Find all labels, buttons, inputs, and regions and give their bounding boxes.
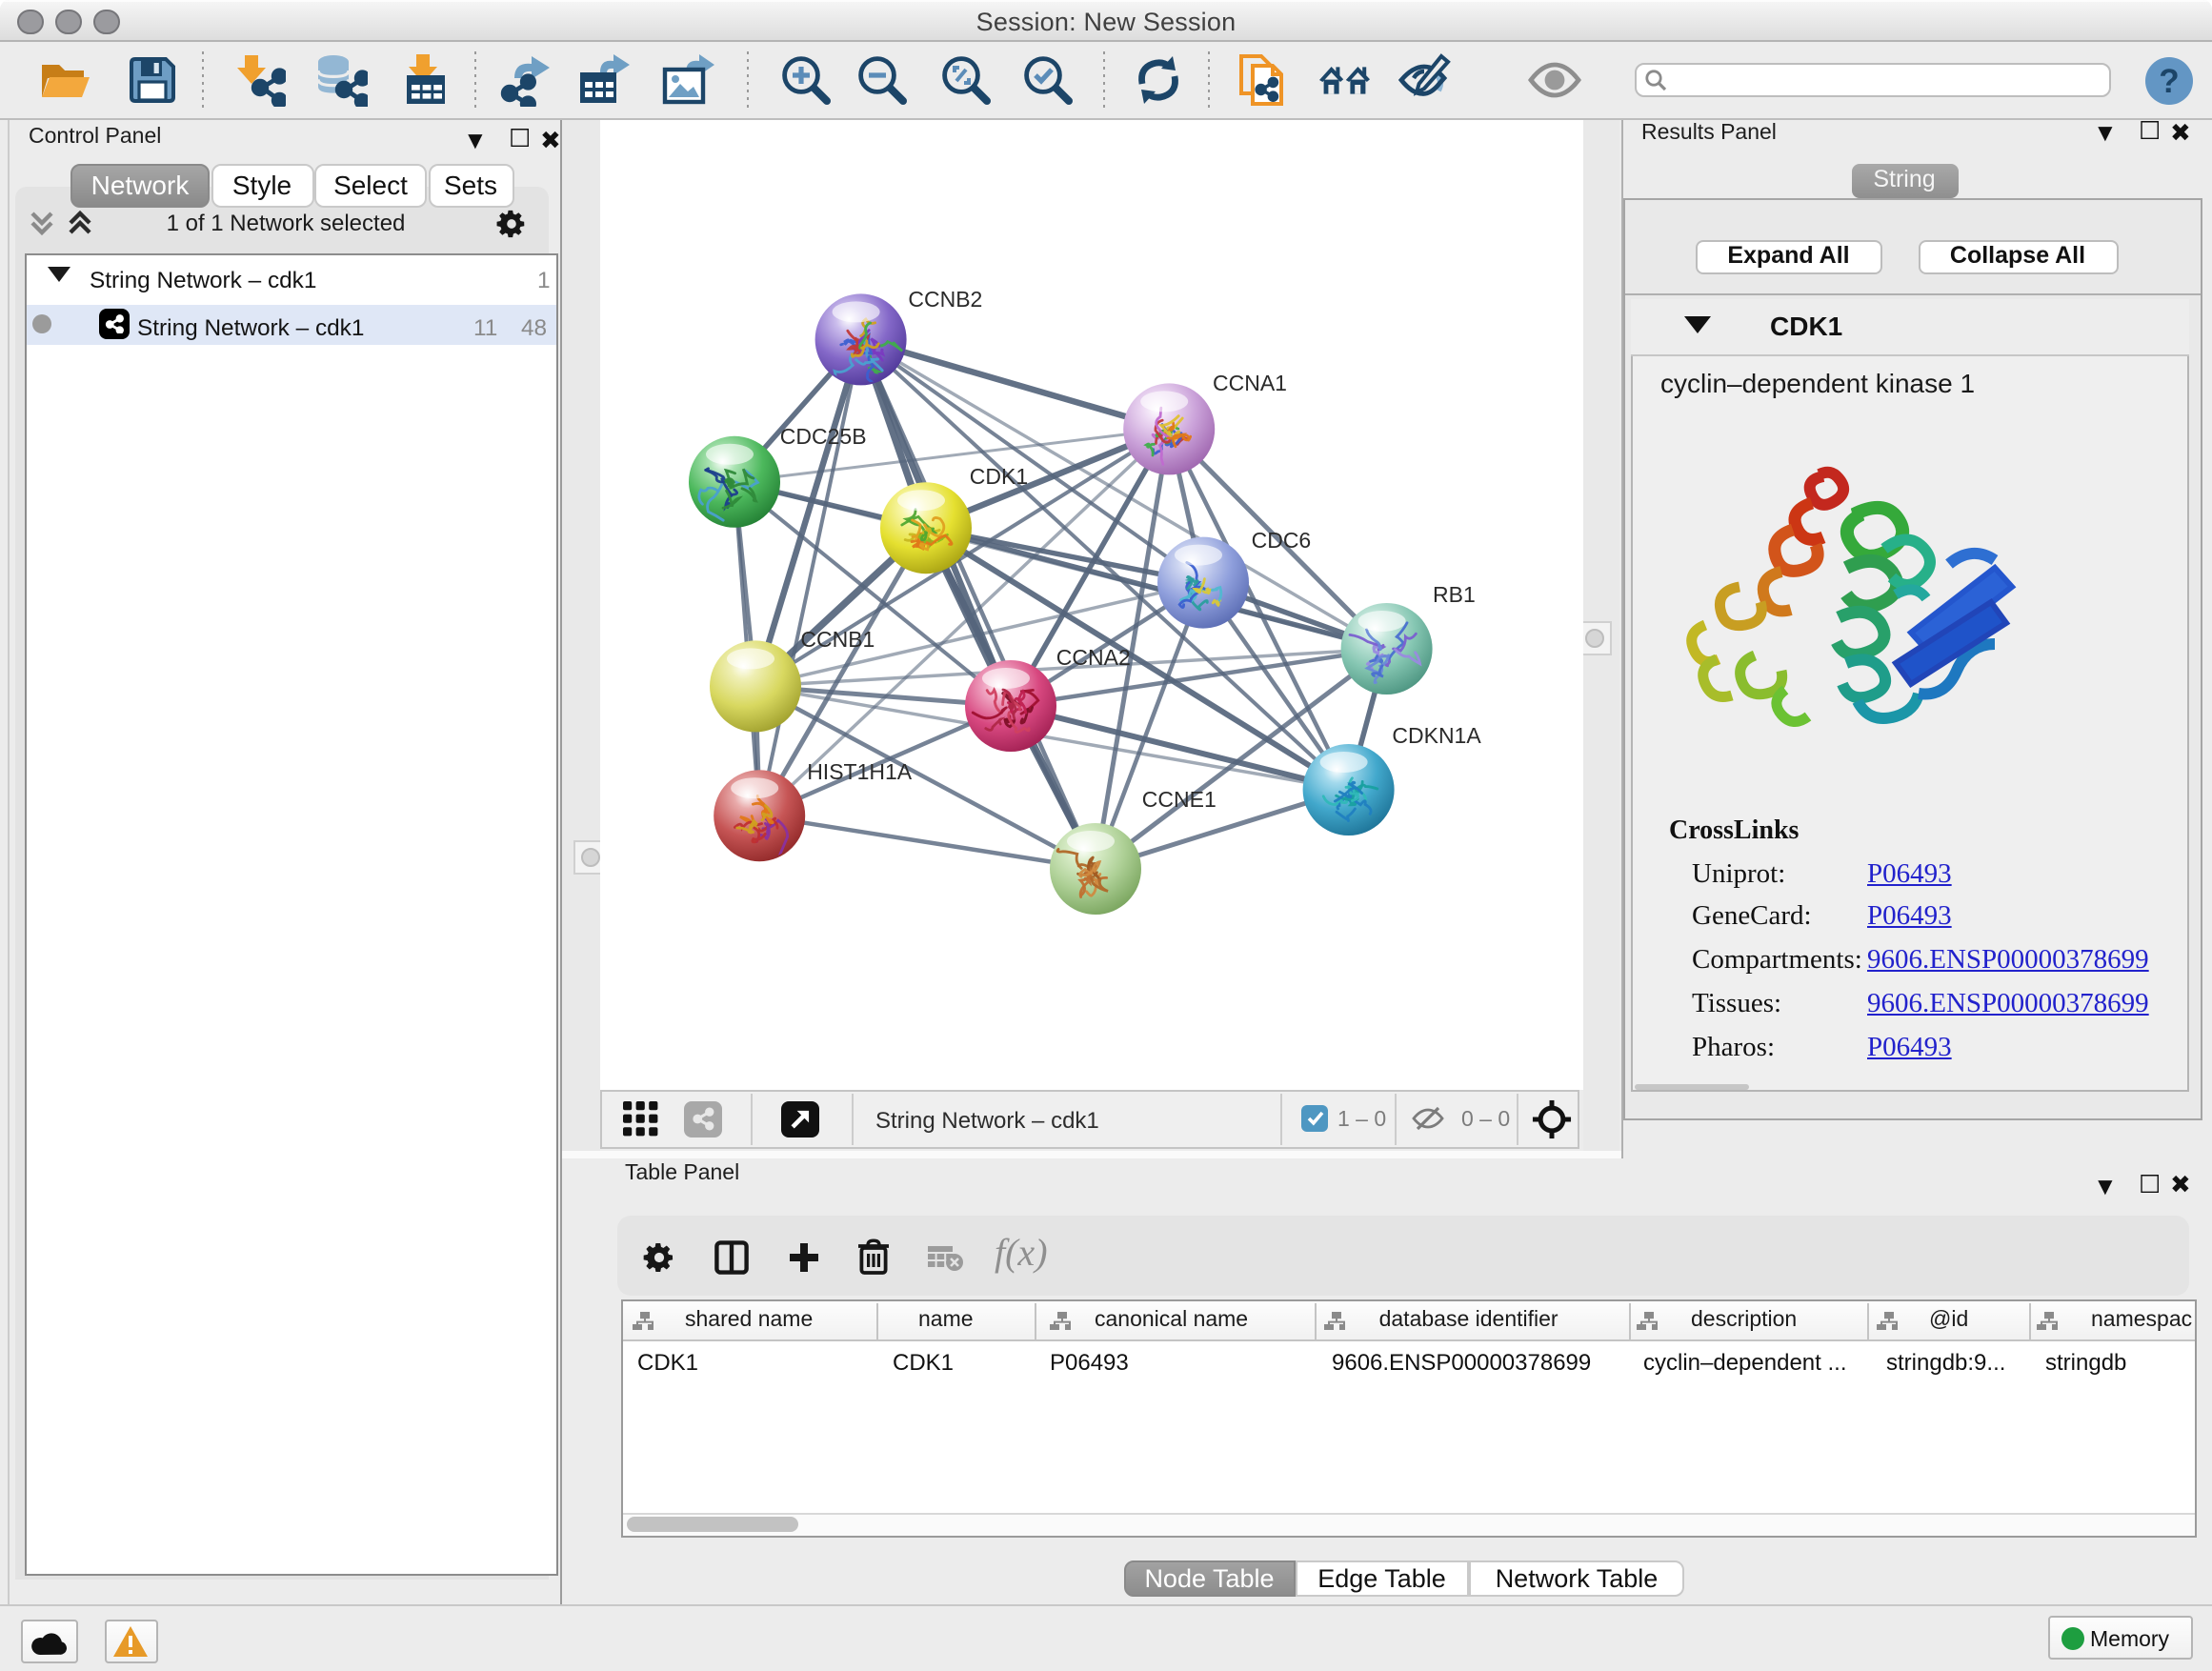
svg-text:CCNB2: CCNB2 xyxy=(908,286,982,311)
svg-text:?: ? xyxy=(2159,62,2179,99)
svg-text:CCNB1: CCNB1 xyxy=(800,626,875,651)
svg-text:CCNA2: CCNA2 xyxy=(1056,644,1131,669)
svg-text:CDC25B: CDC25B xyxy=(780,423,867,448)
svg-text:CCNA1: CCNA1 xyxy=(1213,370,1287,394)
svg-text:CCNE1: CCNE1 xyxy=(1142,786,1217,811)
svg-text:CDC6: CDC6 xyxy=(1252,527,1312,552)
svg-text:CDK1: CDK1 xyxy=(970,463,1028,488)
svg-text:RB1: RB1 xyxy=(1433,581,1476,606)
svg-text:HIST1H1A: HIST1H1A xyxy=(807,758,913,783)
svg-text:CDKN1A: CDKN1A xyxy=(1392,722,1481,747)
